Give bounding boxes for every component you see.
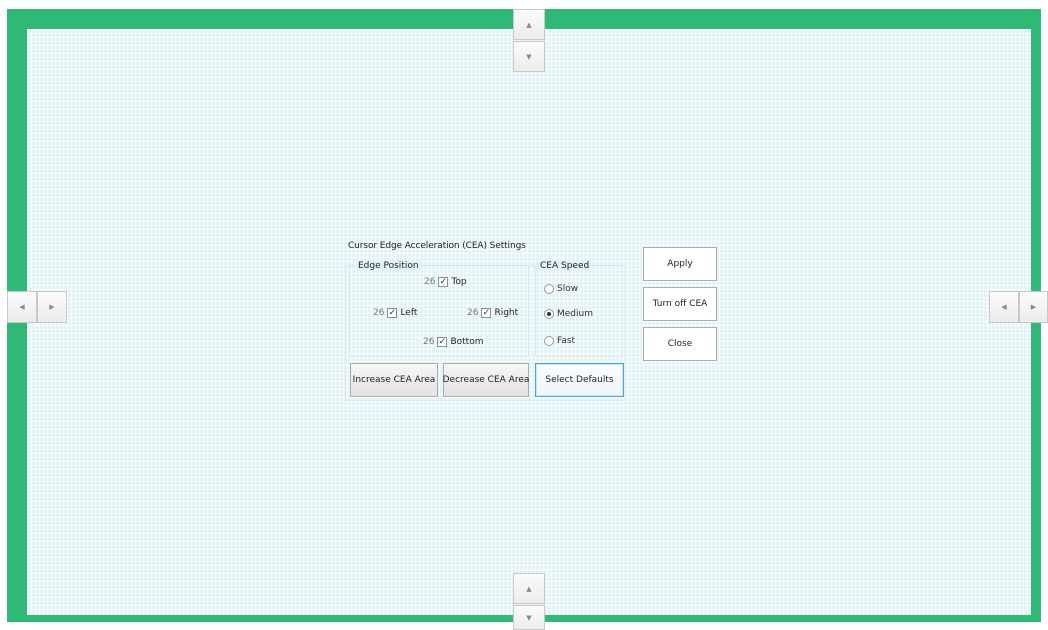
arrow-right-icon: ▶ xyxy=(1030,303,1037,311)
speed-fast-option[interactable]: Fast xyxy=(544,336,575,346)
left-edge-right-button[interactable]: ▶ xyxy=(37,291,67,323)
edge-bottom-checkbox[interactable]: ✓ xyxy=(437,337,448,347)
edge-left-value: 26 xyxy=(373,308,385,318)
speed-slow-label: Slow xyxy=(557,284,579,294)
edge-right-checkbox[interactable]: ✓ xyxy=(481,308,492,318)
apply-button[interactable]: Apply xyxy=(643,247,717,281)
dialog-title: Cursor Edge Acceleration (CEA) Settings xyxy=(348,241,526,251)
arrow-up-icon: ▲ xyxy=(526,20,532,29)
edge-top-row: 26 ✓ Top xyxy=(424,277,467,287)
edge-top-value: 26 xyxy=(424,277,436,287)
left-edge-left-button[interactable]: ◀ xyxy=(7,291,37,323)
increase-cea-area-button[interactable]: Increase CEA Area xyxy=(350,363,438,397)
edge-right-label: Right xyxy=(494,308,519,318)
speed-medium-option[interactable]: Medium xyxy=(544,309,593,319)
edge-position-label: Edge Position xyxy=(357,261,420,271)
arrow-left-icon: ◀ xyxy=(1001,303,1007,311)
edge-right-value: 26 xyxy=(467,308,479,318)
select-defaults-button[interactable]: Select Defaults xyxy=(535,363,624,397)
speed-slow-option[interactable]: Slow xyxy=(544,284,578,294)
close-button[interactable]: Close xyxy=(643,327,717,361)
top-edge-down-button[interactable]: ▼ xyxy=(513,41,545,72)
edge-right-row: 26 ✓ Right xyxy=(467,308,518,318)
speed-medium-label: Medium xyxy=(557,309,593,319)
arrow-left-icon: ◀ xyxy=(19,303,25,311)
top-edge-up-button[interactable]: ▲ xyxy=(513,9,545,40)
radio-selected-icon[interactable] xyxy=(544,309,554,319)
edge-left-label: Left xyxy=(400,308,418,318)
right-edge-right-button[interactable]: ▶ xyxy=(1019,291,1048,323)
edge-bottom-value: 26 xyxy=(423,337,435,347)
edge-bottom-label: Bottom xyxy=(450,337,484,347)
radio-icon[interactable] xyxy=(544,336,554,346)
arrow-down-icon: ▼ xyxy=(526,52,532,61)
bottom-edge-up-button[interactable]: ▲ xyxy=(513,573,545,604)
edge-left-checkbox[interactable]: ✓ xyxy=(387,308,398,318)
edge-left-row: 26 ✓ Left xyxy=(373,308,417,318)
decrease-cea-area-button[interactable]: Decrease CEA Area xyxy=(443,363,529,397)
turn-off-cea-button[interactable]: Turn off CEA xyxy=(643,287,717,321)
arrow-down-icon: ▼ xyxy=(526,613,532,622)
arrow-up-icon: ▲ xyxy=(526,584,532,593)
radio-icon[interactable] xyxy=(544,284,554,294)
speed-fast-label: Fast xyxy=(557,336,576,346)
edge-top-label: Top xyxy=(451,277,467,287)
bottom-edge-down-button[interactable]: ▼ xyxy=(513,605,545,630)
arrow-right-icon: ▶ xyxy=(49,303,55,311)
screen: ▲ ▼ ▲ ▼ ◀ ▶ ◀ ▶ Cursor Edge Acceleration… xyxy=(0,0,1048,630)
right-edge-left-button[interactable]: ◀ xyxy=(989,291,1019,323)
cea-speed-label: CEA Speed xyxy=(539,261,591,271)
edge-bottom-row: 26 ✓ Bottom xyxy=(423,337,483,347)
edge-top-checkbox[interactable]: ✓ xyxy=(438,277,449,287)
